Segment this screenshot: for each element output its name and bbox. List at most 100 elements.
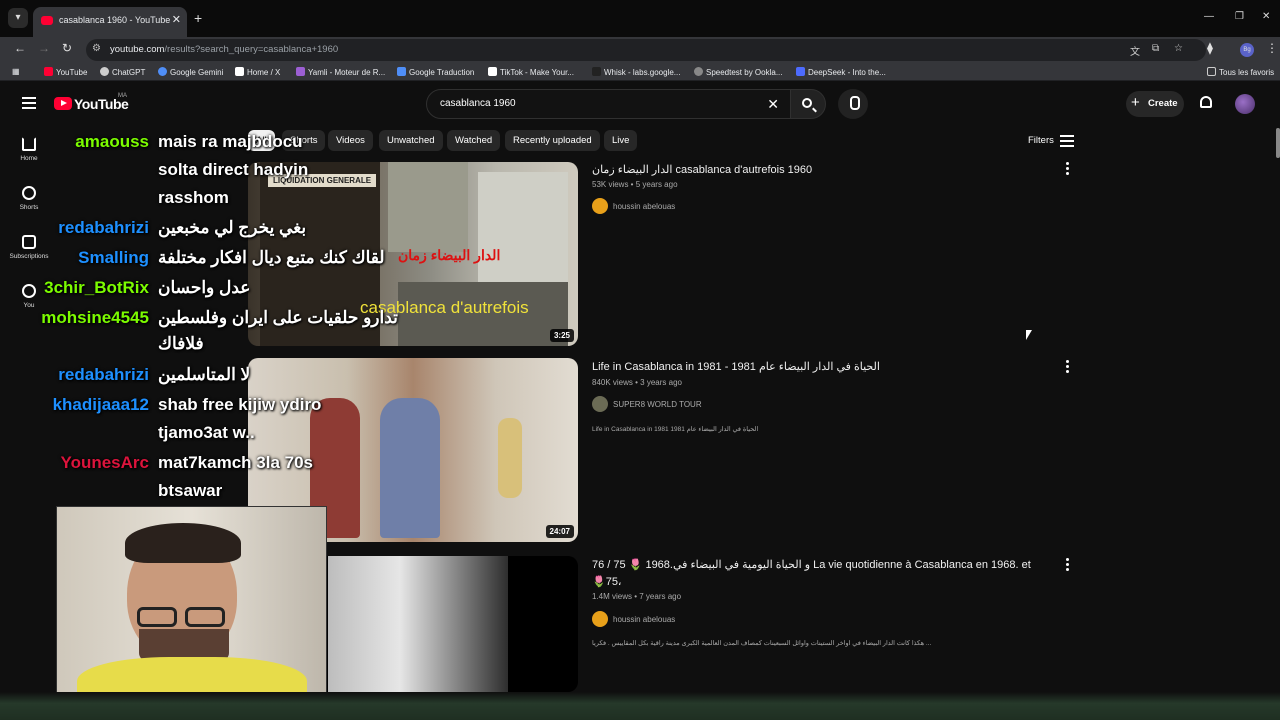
video-title[interactable]: 76 / 75 🌷 1968.و الحياة اليومية في البيض…	[592, 558, 1031, 571]
profile-icon[interactable]: Bg	[1240, 43, 1254, 57]
mic-icon[interactable]	[838, 89, 868, 119]
chat-message: tjamo3at w..	[158, 423, 255, 442]
tab-title: casablanca 1960 - YouTube	[59, 15, 171, 25]
channel-avatar[interactable]	[592, 396, 608, 412]
screen: ▾ casablanca 1960 - YouTube ✕ + — ❐ ✕ ← …	[0, 0, 1280, 720]
video-description: هكذا كانت الدار البيضاء في اواخر الستينا…	[592, 640, 932, 647]
chat-message: rasshom	[158, 188, 229, 207]
more-vert-icon[interactable]	[1066, 360, 1070, 375]
glasses-right	[185, 607, 225, 627]
search-box[interactable]: casablanca 1960 ✕	[426, 89, 792, 119]
bookmark-star-icon[interactable]: ☆	[1174, 43, 1183, 54]
new-tab-button[interactable]: +	[194, 10, 202, 26]
search-icon	[802, 98, 812, 108]
create-label: Create	[1148, 98, 1178, 109]
install-icon[interactable]: ⧉	[1152, 43, 1159, 54]
extensions-icon[interactable]: ⧫	[1207, 41, 1213, 55]
all-bookmarks[interactable]: Tous les favoris	[1207, 67, 1274, 77]
browser-tab[interactable]: casablanca 1960 - YouTube ✕	[33, 7, 187, 37]
menu-icon[interactable]	[22, 97, 36, 109]
filters-icon[interactable]	[1060, 135, 1074, 147]
video-description: Life in Casablanca in 1981 1981 الحياة ف…	[592, 426, 759, 433]
chip-live[interactable]: Live	[604, 130, 638, 151]
channel-name[interactable]: SUPER8 WORLD TOUR	[613, 400, 702, 409]
forward-icon[interactable]: →	[38, 41, 50, 55]
youtube-favicon-icon	[41, 16, 53, 25]
more-vert-icon[interactable]	[1066, 558, 1070, 573]
bookmark-youtube[interactable]: YouTube	[44, 67, 87, 77]
chip-recently-uploaded[interactable]: Recently uploaded	[505, 130, 600, 151]
video-meta: 840K views • 3 years ago	[592, 378, 682, 387]
clear-search-icon[interactable]: ✕	[767, 96, 779, 113]
thumbnail-text-ar: الدار البيضاء زمان	[398, 247, 501, 263]
home-icon	[22, 137, 36, 151]
browser-menu-icon[interactable]: ⋮	[1266, 41, 1278, 55]
search-input[interactable]: casablanca 1960	[440, 98, 516, 109]
filters-button[interactable]: Filters	[1028, 135, 1054, 146]
sidebar-item-home[interactable]: Home	[4, 137, 54, 162]
chat-message: shab free kijiw ydiro	[158, 395, 322, 414]
create-button[interactable]: + Create	[1126, 91, 1184, 117]
webcam-overlay	[56, 506, 327, 704]
video-meta: 1.4M views • 7 years ago	[592, 592, 682, 601]
close-tab-icon[interactable]: ✕	[172, 13, 181, 26]
bookmark-whisk[interactable]: Whisk - labs.google...	[592, 67, 680, 77]
sidebar-item-subscriptions[interactable]: Subscriptions	[4, 235, 54, 260]
chip-watched[interactable]: Watched	[447, 130, 501, 151]
chat-message: mat7kamch 3la 70s	[158, 453, 313, 472]
desktop-background	[0, 692, 1280, 720]
bookmark-translate[interactable]: Google Traduction	[397, 67, 474, 77]
youtube-header: YouTube MA casablanca 1960 ✕ + Create	[0, 86, 1280, 122]
chat-username: khadijaaa12	[52, 395, 149, 414]
bookmark-yamli[interactable]: Yamli - Moteur de R...	[296, 67, 385, 77]
avatar[interactable]	[1235, 94, 1255, 114]
chat-username: Smalling	[78, 248, 149, 267]
search-button[interactable]	[790, 89, 826, 119]
bell-icon[interactable]	[1200, 96, 1212, 108]
video-title-line2[interactable]: 🌷75،	[592, 575, 621, 588]
you-icon	[22, 284, 36, 298]
tab-search-icon[interactable]: ▾	[8, 8, 28, 28]
youtube-logo-icon[interactable]	[54, 97, 72, 110]
scrollbar-thumb[interactable]	[1276, 128, 1280, 158]
chat-username: amaouss	[75, 132, 149, 151]
bookmark-chatgpt[interactable]: ChatGPT	[100, 67, 145, 77]
scrollbar[interactable]	[1276, 122, 1280, 690]
restore-icon[interactable]: ❐	[1235, 11, 1244, 22]
shorts-icon	[22, 186, 36, 200]
back-icon[interactable]: ←	[14, 41, 26, 55]
translate-icon[interactable]: 文	[1130, 43, 1140, 58]
chat-message: عدل واحسان	[158, 278, 251, 297]
chip-videos[interactable]: Videos	[328, 130, 373, 151]
mouse-cursor-icon	[1026, 330, 1032, 340]
chat-username: mohsine4545	[41, 308, 149, 327]
chat-message: btsawar	[158, 481, 223, 500]
address-bar[interactable]: ⚙ youtube.com/results?search_query=casab…	[86, 39, 1206, 61]
video-title[interactable]: Life in Casablanca in 1981 - 1981 الحياة…	[592, 360, 880, 373]
reload-icon[interactable]: ↻	[62, 41, 72, 55]
channel-avatar[interactable]	[592, 611, 608, 627]
site-info-icon[interactable]: ⚙	[92, 43, 101, 54]
channel-avatar[interactable]	[592, 198, 608, 214]
channel-name[interactable]: houssin abelouas	[613, 202, 675, 211]
chat-username: redabahrizi	[58, 218, 149, 237]
plus-icon: +	[1131, 94, 1140, 111]
url-text: youtube.com/results?search_query=casabla…	[110, 44, 339, 55]
bookmark-gemini[interactable]: Google Gemini	[158, 67, 223, 77]
apps-icon[interactable]: ▦	[12, 67, 20, 76]
bookmark-speedtest[interactable]: Speedtest by Ookla...	[694, 67, 783, 77]
bookmarks-bar: ▦ YouTube ChatGPT Google Gemini Home / X…	[0, 63, 1280, 81]
sidebar-item-label: Subscriptions	[9, 253, 49, 260]
bookmark-deepseek[interactable]: DeepSeek - Into the...	[796, 67, 886, 77]
channel-name[interactable]: houssin abelouas	[613, 615, 675, 624]
bookmark-tiktok[interactable]: TikTok - Make Your...	[488, 67, 574, 77]
chip-unwatched[interactable]: Unwatched	[379, 130, 443, 151]
video-title[interactable]: الدار البيضاء زمان casablanca d'autrefoi…	[592, 163, 812, 176]
chat-username: 3chir_BotRix	[44, 278, 149, 297]
bookmark-x[interactable]: Home / X	[235, 67, 280, 77]
minimize-icon[interactable]: —	[1204, 11, 1214, 22]
sidebar-item-shorts[interactable]: Shorts	[4, 186, 54, 211]
close-window-icon[interactable]: ✕	[1262, 11, 1270, 22]
more-vert-icon[interactable]	[1066, 162, 1070, 177]
person-hair	[125, 523, 241, 563]
